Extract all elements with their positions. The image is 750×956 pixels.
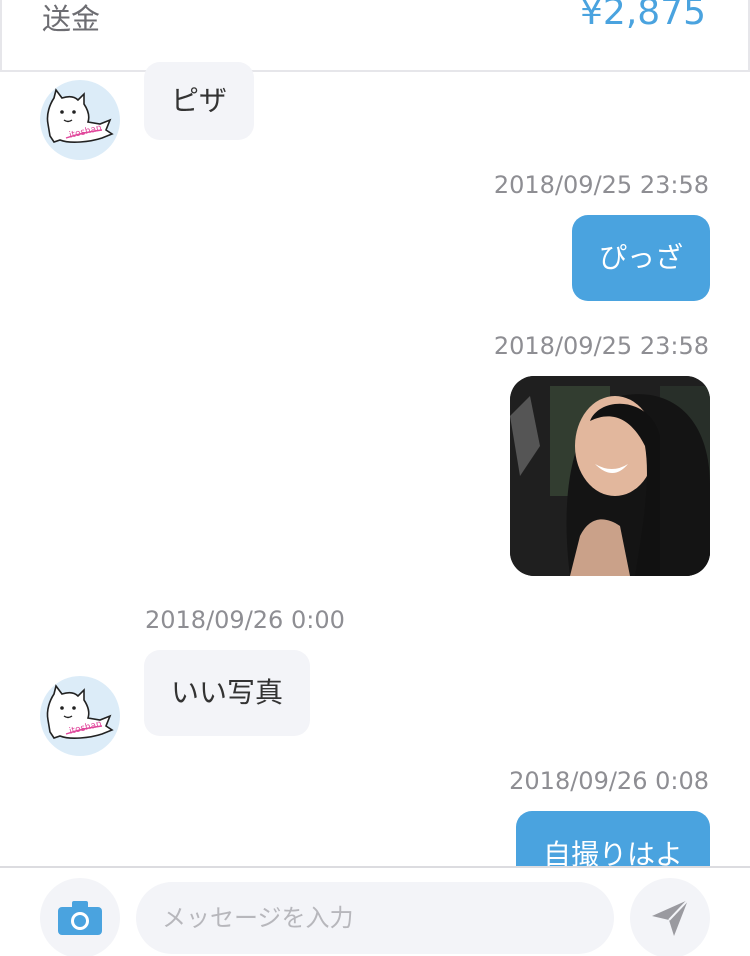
message-text: いい写真	[171, 676, 284, 709]
message-bubble-incoming[interactable]: ピザ	[144, 62, 255, 140]
cat-doodle-icon: itoshan	[46, 88, 114, 143]
message-timestamp: 2018/09/26 0:08	[509, 767, 709, 795]
message-bubble-outgoing[interactable]: ぴっざ	[571, 215, 710, 301]
photo-message[interactable]	[510, 376, 710, 576]
send-icon	[652, 899, 689, 936]
avatar[interactable]: itoshan	[40, 676, 120, 756]
avatar[interactable]: itoshan	[40, 80, 120, 160]
transfer-amount: ¥2,875	[580, 0, 706, 33]
message-input[interactable]	[136, 882, 614, 954]
cat-doodle-icon: itoshan	[46, 684, 114, 739]
transfer-label: 送金	[42, 2, 101, 36]
message-timestamp: 2018/09/26 0:00	[145, 606, 345, 634]
message-text: 自撮りはよ	[542, 838, 683, 871]
transfer-summary-card[interactable]: 送金 ¥2,875	[0, 0, 750, 72]
camera-button[interactable]	[40, 878, 120, 956]
message-bubble-incoming[interactable]: いい写真	[144, 650, 311, 736]
message-timestamp: 2018/09/25 23:58	[493, 171, 709, 199]
message-timestamp: 2018/09/25 23:58	[493, 332, 709, 360]
camera-icon	[58, 901, 102, 935]
message-composer	[0, 866, 750, 956]
selfie-photo	[510, 376, 710, 576]
message-text: ぴっざ	[598, 241, 683, 274]
message-text: ピザ	[171, 84, 228, 117]
send-button[interactable]	[630, 878, 710, 956]
